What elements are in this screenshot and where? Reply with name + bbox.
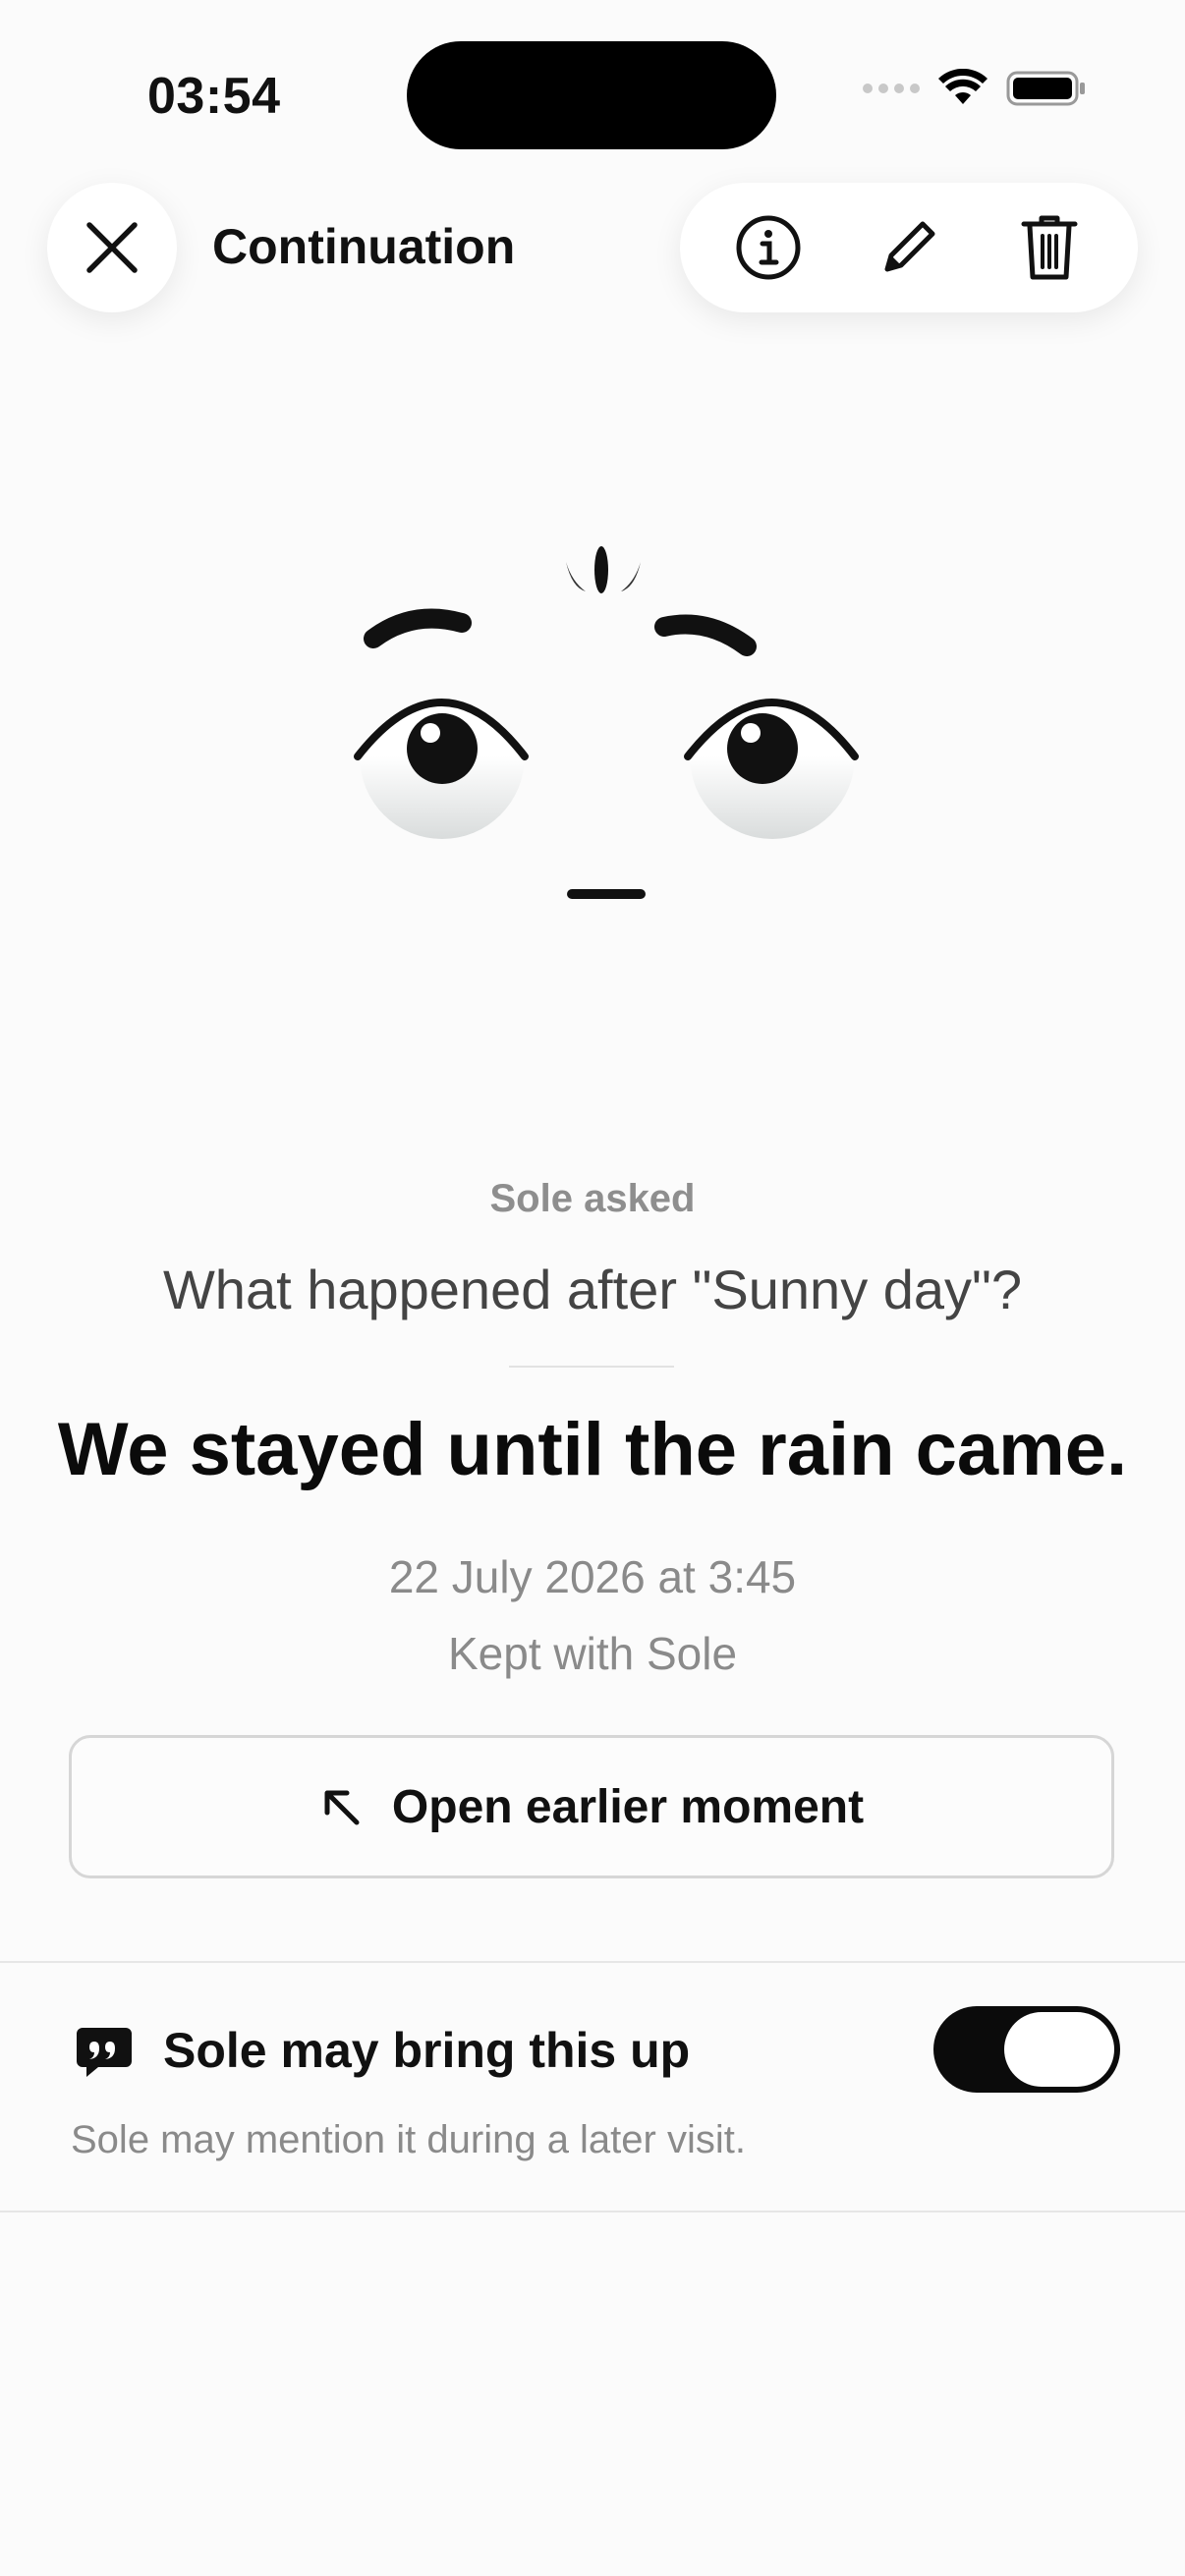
asker-label: Sole asked	[489, 1177, 696, 1220]
kept-status: Kept with Sole	[447, 1628, 738, 1679]
close-button[interactable]	[47, 183, 177, 312]
answer-text: We stayed until the rain came.	[57, 1408, 1128, 1491]
open-earlier-moment-button[interactable]: Open earlier moment	[69, 1735, 1114, 1878]
quote-bubble-icon	[75, 2024, 134, 2084]
divider	[509, 1366, 674, 1368]
bring-up-toggle[interactable]	[933, 2006, 1120, 2093]
pencil-icon	[884, 221, 935, 272]
toggle-knob	[1004, 2012, 1114, 2087]
bring-up-setting-label: Sole may bring this up	[163, 2023, 691, 2078]
section-divider	[0, 1961, 1185, 1963]
action-toolbar	[680, 183, 1138, 312]
sparkle-icon	[566, 546, 641, 593]
status-time: 03:54	[147, 68, 281, 125]
close-icon	[86, 222, 138, 273]
delete-button[interactable]	[1005, 203, 1094, 292]
page-title: Continuation	[212, 219, 516, 274]
bring-up-setting-help: Sole may mention it during a later visit…	[71, 2118, 746, 2161]
signal-icon	[863, 84, 920, 93]
open-earlier-moment-label: Open earlier moment	[391, 1780, 865, 1833]
trash-icon	[1021, 215, 1078, 280]
arrow-up-left-icon	[324, 1790, 360, 1825]
dynamic-island	[407, 41, 776, 149]
info-icon	[736, 215, 801, 280]
status-icons	[863, 69, 1087, 108]
sole-face-illustration	[354, 546, 859, 899]
wifi-icon	[938, 69, 988, 104]
battery-icon	[1006, 71, 1085, 106]
entry-date: 22 July 2026 at 3:45	[388, 1551, 797, 1602]
edit-button[interactable]	[865, 203, 953, 292]
question-text: What happened after "Sunny day"?	[162, 1259, 1023, 1320]
info-button[interactable]	[724, 203, 813, 292]
section-divider-bottom	[0, 2211, 1185, 2212]
